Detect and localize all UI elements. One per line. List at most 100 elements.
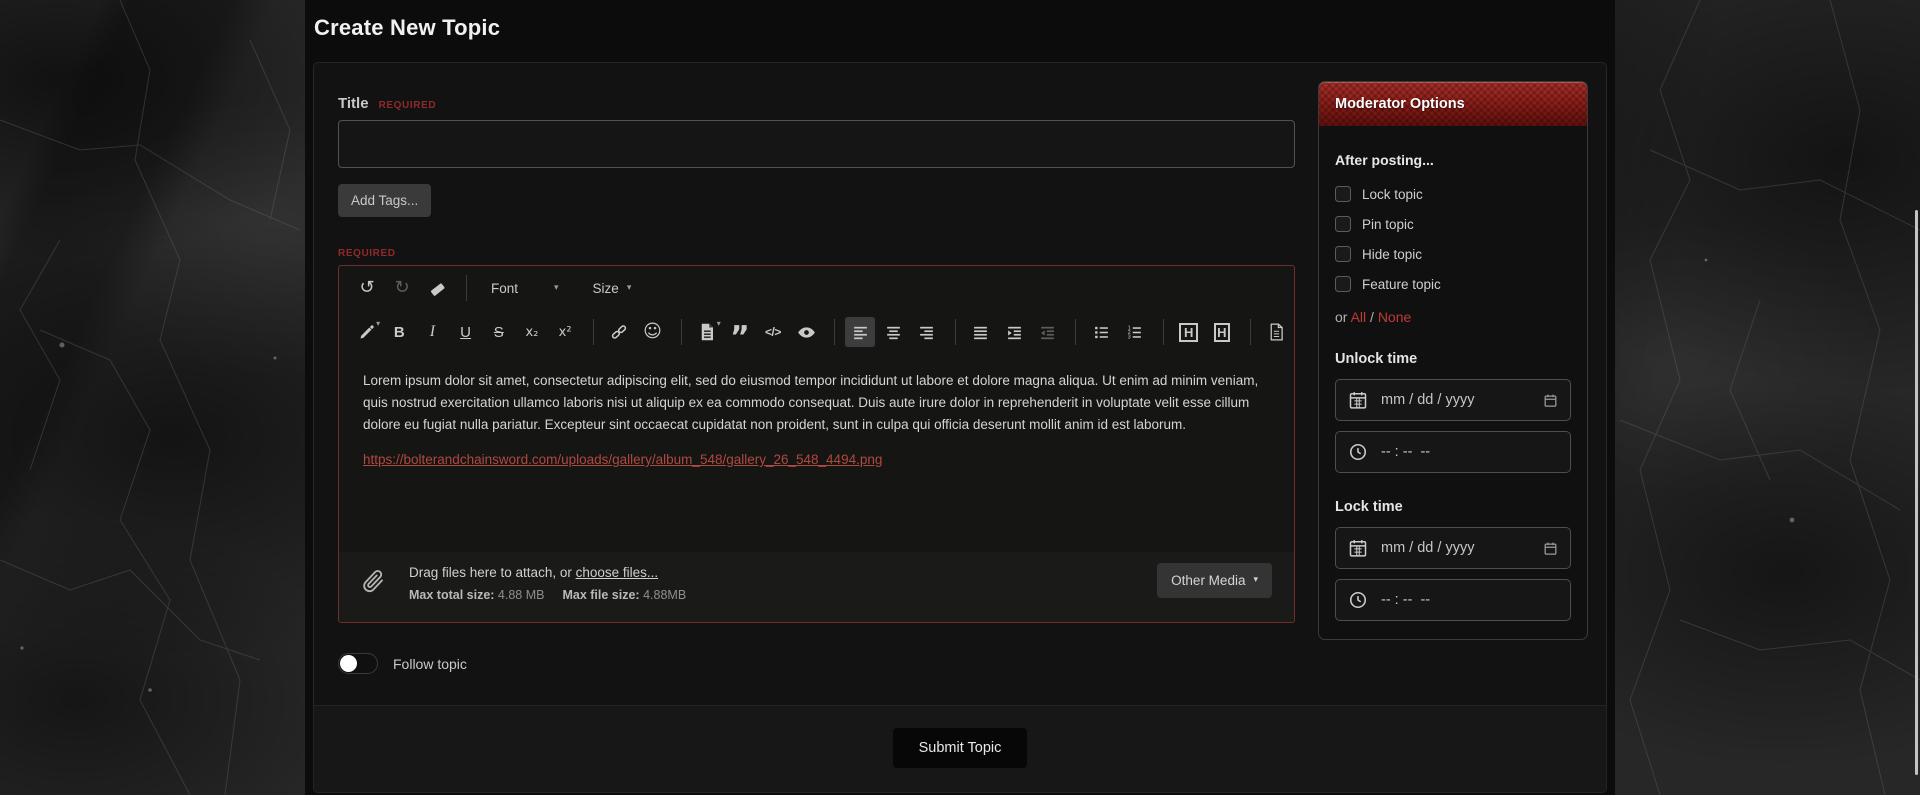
- add-tags-button[interactable]: Add Tags...: [338, 184, 432, 217]
- editor-paragraph: Lorem ipsum dolor sit amet, consectetur …: [363, 373, 1259, 432]
- align-left-button[interactable]: [845, 317, 876, 347]
- chevron-down-icon: ▾: [554, 282, 559, 293]
- hide-topic-label: Hide topic: [1362, 246, 1423, 262]
- unlock-time-input[interactable]: -- : -- --: [1335, 431, 1571, 473]
- drag-files-text: Drag files here to attach, or: [409, 565, 576, 580]
- max-total-label: Max total size:: [409, 588, 495, 602]
- lock-date-input[interactable]: mm / dd / yyyy: [1335, 527, 1571, 569]
- editor-link[interactable]: https://bolterandchainsword.com/uploads/…: [363, 452, 882, 467]
- text-color-button[interactable]: ▾: [351, 317, 381, 347]
- select-all-none-row: or All / None: [1335, 309, 1571, 325]
- unordered-list-icon: [1094, 326, 1108, 338]
- header-alt-button[interactable]: H: [1207, 317, 1237, 347]
- ordered-list-button[interactable]: 123: [1119, 317, 1149, 347]
- calendar-icon: [1348, 538, 1368, 558]
- title-input[interactable]: [338, 120, 1295, 168]
- toolbar-divider: [834, 319, 836, 345]
- code-button[interactable]: </>: [758, 317, 788, 347]
- preview-button[interactable]: [791, 317, 821, 347]
- align-left-icon: [853, 326, 867, 339]
- max-total-value: 4.88 MB: [497, 588, 545, 602]
- insert-link-button[interactable]: [604, 317, 634, 347]
- unordered-list-button[interactable]: [1086, 317, 1116, 347]
- chevron-down-icon: ▾: [376, 319, 381, 328]
- insert-page-button[interactable]: ▾: [692, 317, 722, 347]
- header-icon: H: [1179, 322, 1199, 342]
- toolbar-divider: [593, 319, 595, 345]
- pin-topic-label: Pin topic: [1362, 216, 1414, 232]
- unlock-time-placeholder: -- : -- --: [1381, 444, 1431, 460]
- checkbox-row-hide-topic[interactable]: Hide topic: [1335, 246, 1571, 262]
- editor-toolbar-row-2: ▾ B I U S x₂ x² ☺ ▾ ” </> 1 2 3 H H: [339, 310, 1294, 354]
- date-picker-icon[interactable]: [1543, 393, 1558, 408]
- feature-topic-checkbox[interactable]: [1335, 276, 1351, 292]
- clock-icon: [1348, 442, 1368, 462]
- redo-button[interactable]: ↻: [386, 273, 418, 303]
- size-dropdown[interactable]: Size ▾: [593, 281, 632, 296]
- moderator-options-content: After posting... Lock topic Pin topic Hi…: [1319, 126, 1587, 639]
- attach-text-block: Drag files here to attach, or choose fil…: [409, 565, 686, 602]
- checkbox-row-feature-topic[interactable]: Feature topic: [1335, 276, 1571, 292]
- chevron-down-icon: ▾: [1253, 575, 1258, 585]
- remove-format-button[interactable]: [421, 273, 453, 303]
- lock-topic-checkbox[interactable]: [1335, 186, 1351, 202]
- panel-footer: Submit Topic: [314, 705, 1606, 792]
- toolbar-divider: [954, 319, 956, 345]
- page-icon: [701, 323, 713, 341]
- select-all-link[interactable]: All: [1351, 309, 1367, 325]
- bold-button[interactable]: B: [384, 317, 414, 347]
- title-label: Title: [338, 95, 369, 112]
- content-column: Create New Topic Title REQUIRED Add Tags…: [305, 0, 1615, 795]
- header-button[interactable]: H: [1174, 317, 1204, 347]
- font-dropdown[interactable]: Font ▾: [491, 281, 559, 296]
- submit-topic-button[interactable]: Submit Topic: [892, 728, 1028, 768]
- lock-time-input[interactable]: -- : -- --: [1335, 579, 1571, 621]
- chevron-down-icon: ▾: [626, 282, 632, 293]
- editor-content-area[interactable]: Lorem ipsum dolor sit amet, consectetur …: [339, 354, 1294, 552]
- select-none-link[interactable]: None: [1378, 309, 1411, 325]
- emoji-button[interactable]: ☺: [637, 317, 667, 347]
- align-justify-button[interactable]: [966, 317, 996, 347]
- toggle-knob: [340, 655, 357, 672]
- lock-topic-label: Lock topic: [1362, 186, 1423, 202]
- page-scrollbar-thumb[interactable]: [1915, 210, 1918, 775]
- checkbox-row-lock-topic[interactable]: Lock topic: [1335, 186, 1571, 202]
- title-field-header: Title REQUIRED: [338, 95, 1295, 112]
- align-justify-icon: [974, 326, 988, 339]
- redo-icon: ↻: [394, 277, 410, 298]
- pen-color-icon: [360, 324, 374, 339]
- follow-topic-toggle[interactable]: [338, 653, 378, 674]
- hide-topic-checkbox[interactable]: [1335, 246, 1351, 262]
- date-picker-icon[interactable]: [1543, 541, 1558, 556]
- editor-required-badge: REQUIRED: [338, 248, 396, 259]
- title-required-badge: REQUIRED: [378, 100, 437, 111]
- underline-button[interactable]: U: [451, 317, 481, 347]
- other-media-button[interactable]: Other Media ▾: [1157, 563, 1272, 598]
- create-topic-panel: Title REQUIRED Add Tags... REQUIRED ↺ ↻: [313, 62, 1607, 793]
- quote-button[interactable]: ”: [725, 317, 755, 353]
- undo-icon: ↺: [359, 277, 375, 298]
- checkbox-row-pin-topic[interactable]: Pin topic: [1335, 216, 1571, 232]
- eye-icon: [797, 326, 815, 338]
- undo-button[interactable]: ↺: [351, 273, 383, 303]
- align-center-button[interactable]: [878, 317, 908, 347]
- attachment-dropzone[interactable]: Drag files here to attach, or choose fil…: [339, 552, 1294, 622]
- subscript-button[interactable]: x₂: [517, 317, 547, 347]
- source-page-button[interactable]: [1261, 317, 1291, 347]
- strikethrough-button[interactable]: S: [484, 317, 514, 347]
- toolbar-divider: [466, 275, 467, 301]
- outdent-button[interactable]: [1032, 317, 1062, 347]
- pin-topic-checkbox[interactable]: [1335, 216, 1351, 232]
- indent-button[interactable]: [999, 317, 1029, 347]
- choose-files-link[interactable]: choose files...: [576, 565, 659, 580]
- attach-limits: Max total size: 4.88 MB Max file size: 4…: [409, 588, 686, 602]
- superscript-button[interactable]: x²: [550, 317, 580, 347]
- moderator-options-column: Moderator Options After posting... Lock …: [1318, 81, 1588, 705]
- clock-icon: [1348, 590, 1368, 610]
- align-right-button[interactable]: [912, 317, 942, 347]
- unlock-date-input[interactable]: mm / dd / yyyy: [1335, 379, 1571, 421]
- ordered-list-icon: 123: [1128, 325, 1141, 340]
- header-alt-icon: H: [1214, 322, 1230, 342]
- italic-button[interactable]: I: [417, 317, 447, 347]
- follow-topic-row: Follow topic: [338, 653, 1295, 674]
